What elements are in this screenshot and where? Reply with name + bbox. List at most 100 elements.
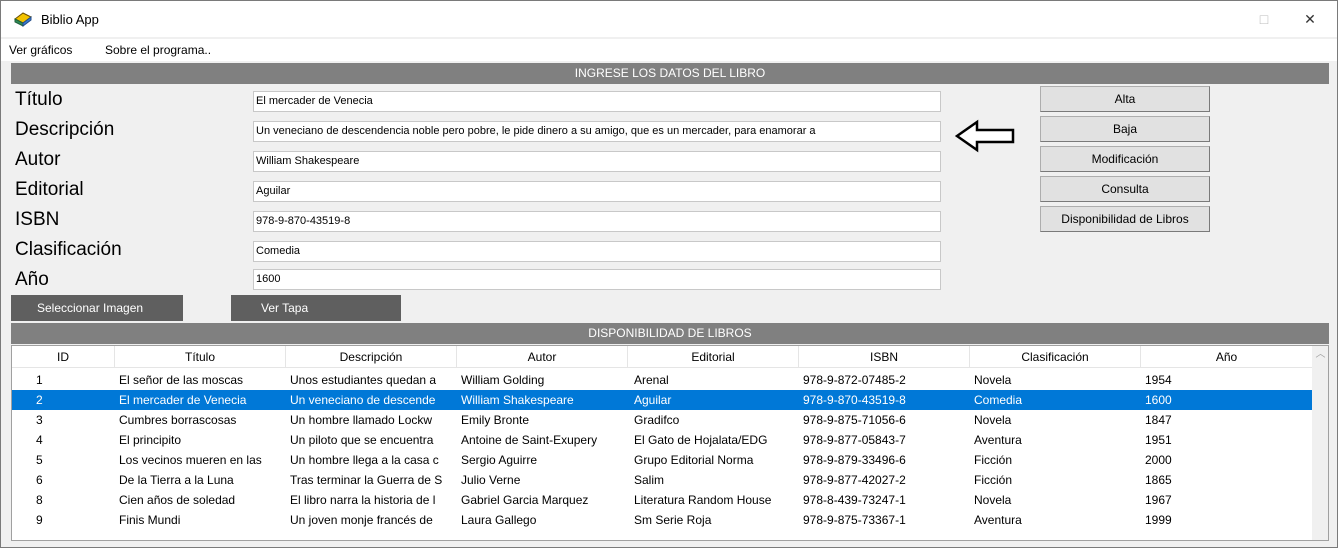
cell-titulo: Cien años de soledad	[119, 493, 236, 507]
table-section-header: DISPONIBILIDAD DE LIBROS	[11, 323, 1329, 344]
ver-tapa-button[interactable]: Ver Tapa	[231, 295, 401, 321]
maximize-icon: □	[1259, 11, 1269, 27]
menu-ver-graficos[interactable]: Ver gráficos	[9, 43, 72, 57]
column-header-editorial[interactable]: Editorial	[628, 346, 799, 368]
cell-id: 2	[36, 393, 43, 407]
form-section-header: INGRESE LOS DATOS DEL LIBRO	[11, 63, 1329, 84]
consulta-button[interactable]: Consulta	[1040, 176, 1210, 202]
cell-editorial: Salim	[634, 473, 665, 487]
table-row[interactable]: 8 Cien años de soledad El libro narra la h…	[12, 490, 1312, 510]
table-row[interactable]: 5 Los vecinos mueren en las Un hombre lleg…	[12, 450, 1312, 470]
disponibilidad-button[interactable]: Disponibilidad de Libros	[1040, 206, 1210, 232]
table-row[interactable]: 4 El principito Un piloto que se encuentra…	[12, 430, 1312, 450]
cell-editorial: Aguilar	[634, 393, 672, 407]
cell-isbn: 978-9-879-33496-6	[803, 453, 906, 467]
title-bar[interactable]: Biblio App □ ✕	[1, 1, 1337, 37]
cell-autor: Sergio Aguirre	[461, 453, 538, 467]
cell-descripcion: Un hombre llega a la casa c	[290, 453, 439, 467]
cell-titulo: El señor de las moscas	[119, 373, 244, 387]
cell-isbn: 978-9-872-07485-2	[803, 373, 906, 387]
table-row[interactable]: 6 De la Tierra a la Luna Tras terminar la …	[12, 470, 1312, 490]
table-row[interactable]: 9 Finis Mundi Un joven monje francés de Lau…	[12, 510, 1312, 530]
table-row[interactable]: 2 El mercader de Venecia Un veneciano de d…	[12, 390, 1312, 410]
cell-clasificacion: Ficción	[974, 453, 1013, 467]
cell-id: 9	[36, 513, 43, 527]
editorial-input[interactable]: Aguilar	[253, 181, 941, 202]
label-isbn: ISBN	[15, 209, 60, 230]
app-logo-icon	[14, 12, 32, 27]
cell-autor: Laura Gallego	[461, 513, 537, 527]
column-header-autor[interactable]: Autor	[457, 346, 628, 368]
window-title: Biblio App	[41, 12, 99, 27]
app-window: Biblio App □ ✕ Ver gráficos Sobre el pro…	[0, 0, 1338, 548]
menu-bar: Ver gráficos Sobre el programa..	[1, 39, 1337, 61]
anio-input[interactable]: 1600	[253, 269, 941, 290]
cell-titulo: El principito	[119, 433, 182, 447]
seleccionar-imagen-button[interactable]: Seleccionar Imagen	[11, 295, 183, 321]
cell-clasificacion: Ficción	[974, 473, 1013, 487]
modificacion-button[interactable]: Modificación	[1040, 146, 1210, 172]
cell-anio: 1600	[1145, 393, 1172, 407]
cell-descripcion: Un hombre llamado Lockw	[290, 413, 433, 427]
cell-isbn: 978-9-870-43519-8	[803, 393, 906, 407]
table-header-row: ID Título Descripción Autor Editorial IS…	[12, 346, 1312, 368]
cell-autor: William Shakespeare	[461, 393, 574, 407]
table-row[interactable]: 3 Cumbres borrascosas Un hombre llamado Lo…	[12, 410, 1312, 430]
cell-descripcion: Tras terminar la Guerra de S	[290, 473, 443, 487]
cell-isbn: 978-9-875-73367-1	[803, 513, 906, 527]
cell-editorial: Arenal	[634, 373, 669, 387]
baja-button[interactable]: Baja	[1040, 116, 1210, 142]
table-row[interactable]: 1 El señor de las moscas Unos estudiantes …	[12, 370, 1312, 390]
cell-anio: 1954	[1145, 373, 1172, 387]
cell-titulo: Los vecinos mueren en las	[119, 453, 262, 467]
cell-autor: Gabriel Garcia Marquez	[461, 493, 589, 507]
label-autor: Autor	[15, 149, 61, 170]
cell-clasificacion: Aventura	[974, 513, 1022, 527]
cell-anio: 1999	[1145, 513, 1172, 527]
label-descripcion: Descripción	[15, 119, 115, 140]
table-scrollbar[interactable]: ︿	[1312, 346, 1328, 540]
cell-isbn: 978-9-877-42027-2	[803, 473, 906, 487]
cell-id: 5	[36, 453, 43, 467]
cell-autor: Julio Verne	[461, 473, 521, 487]
column-header-descripcion[interactable]: Descripción	[286, 346, 457, 368]
column-header-anio[interactable]: Año	[1141, 346, 1312, 368]
label-anio: Año	[15, 269, 49, 290]
close-button[interactable]: ✕	[1287, 1, 1333, 37]
cell-anio: 1967	[1145, 493, 1172, 507]
cell-isbn: 978-9-877-05843-7	[803, 433, 906, 447]
cell-editorial: Sm Serie Roja	[634, 513, 712, 527]
cell-id: 1	[36, 373, 43, 387]
cell-id: 3	[36, 413, 43, 427]
clasificacion-input[interactable]: Comedia	[253, 241, 941, 262]
isbn-input[interactable]: 978-9-870-43519-8	[253, 211, 941, 232]
scroll-up-icon[interactable]: ︿	[1314, 348, 1327, 361]
cell-clasificacion: Novela	[974, 373, 1012, 387]
cell-clasificacion: Aventura	[974, 433, 1022, 447]
column-header-isbn[interactable]: ISBN	[799, 346, 970, 368]
alta-button[interactable]: Alta	[1040, 86, 1210, 112]
cell-anio: 1865	[1145, 473, 1172, 487]
maximize-button[interactable]: □	[1241, 1, 1287, 37]
label-clasificacion: Clasificación	[15, 239, 122, 260]
label-editorial: Editorial	[15, 179, 84, 200]
titulo-input[interactable]: El mercader de Venecia	[253, 91, 941, 112]
cell-editorial: Literatura Random House	[634, 493, 772, 507]
cell-clasificacion: Novela	[974, 413, 1012, 427]
cell-id: 8	[36, 493, 43, 507]
left-arrow-icon	[955, 119, 1015, 153]
menu-sobre-el-programa[interactable]: Sobre el programa..	[105, 43, 211, 57]
cell-clasificacion: Novela	[974, 493, 1012, 507]
cell-anio: 1847	[1145, 413, 1172, 427]
autor-input[interactable]: William Shakespeare	[253, 151, 941, 172]
cell-titulo: Cumbres borrascosas	[119, 413, 237, 427]
cell-id: 6	[36, 473, 43, 487]
column-header-clasificacion[interactable]: Clasificación	[970, 346, 1141, 368]
books-table[interactable]: ID Título Descripción Autor Editorial IS…	[11, 345, 1329, 541]
column-header-titulo[interactable]: Título	[115, 346, 286, 368]
cell-clasificacion: Comedia	[974, 393, 1023, 407]
cell-autor: Emily Bronte	[461, 413, 530, 427]
descripcion-input[interactable]: Un veneciano de descendencia noble pero …	[253, 121, 941, 142]
cell-editorial: Grupo Editorial Norma	[634, 453, 754, 467]
column-header-id[interactable]: ID	[12, 346, 115, 368]
